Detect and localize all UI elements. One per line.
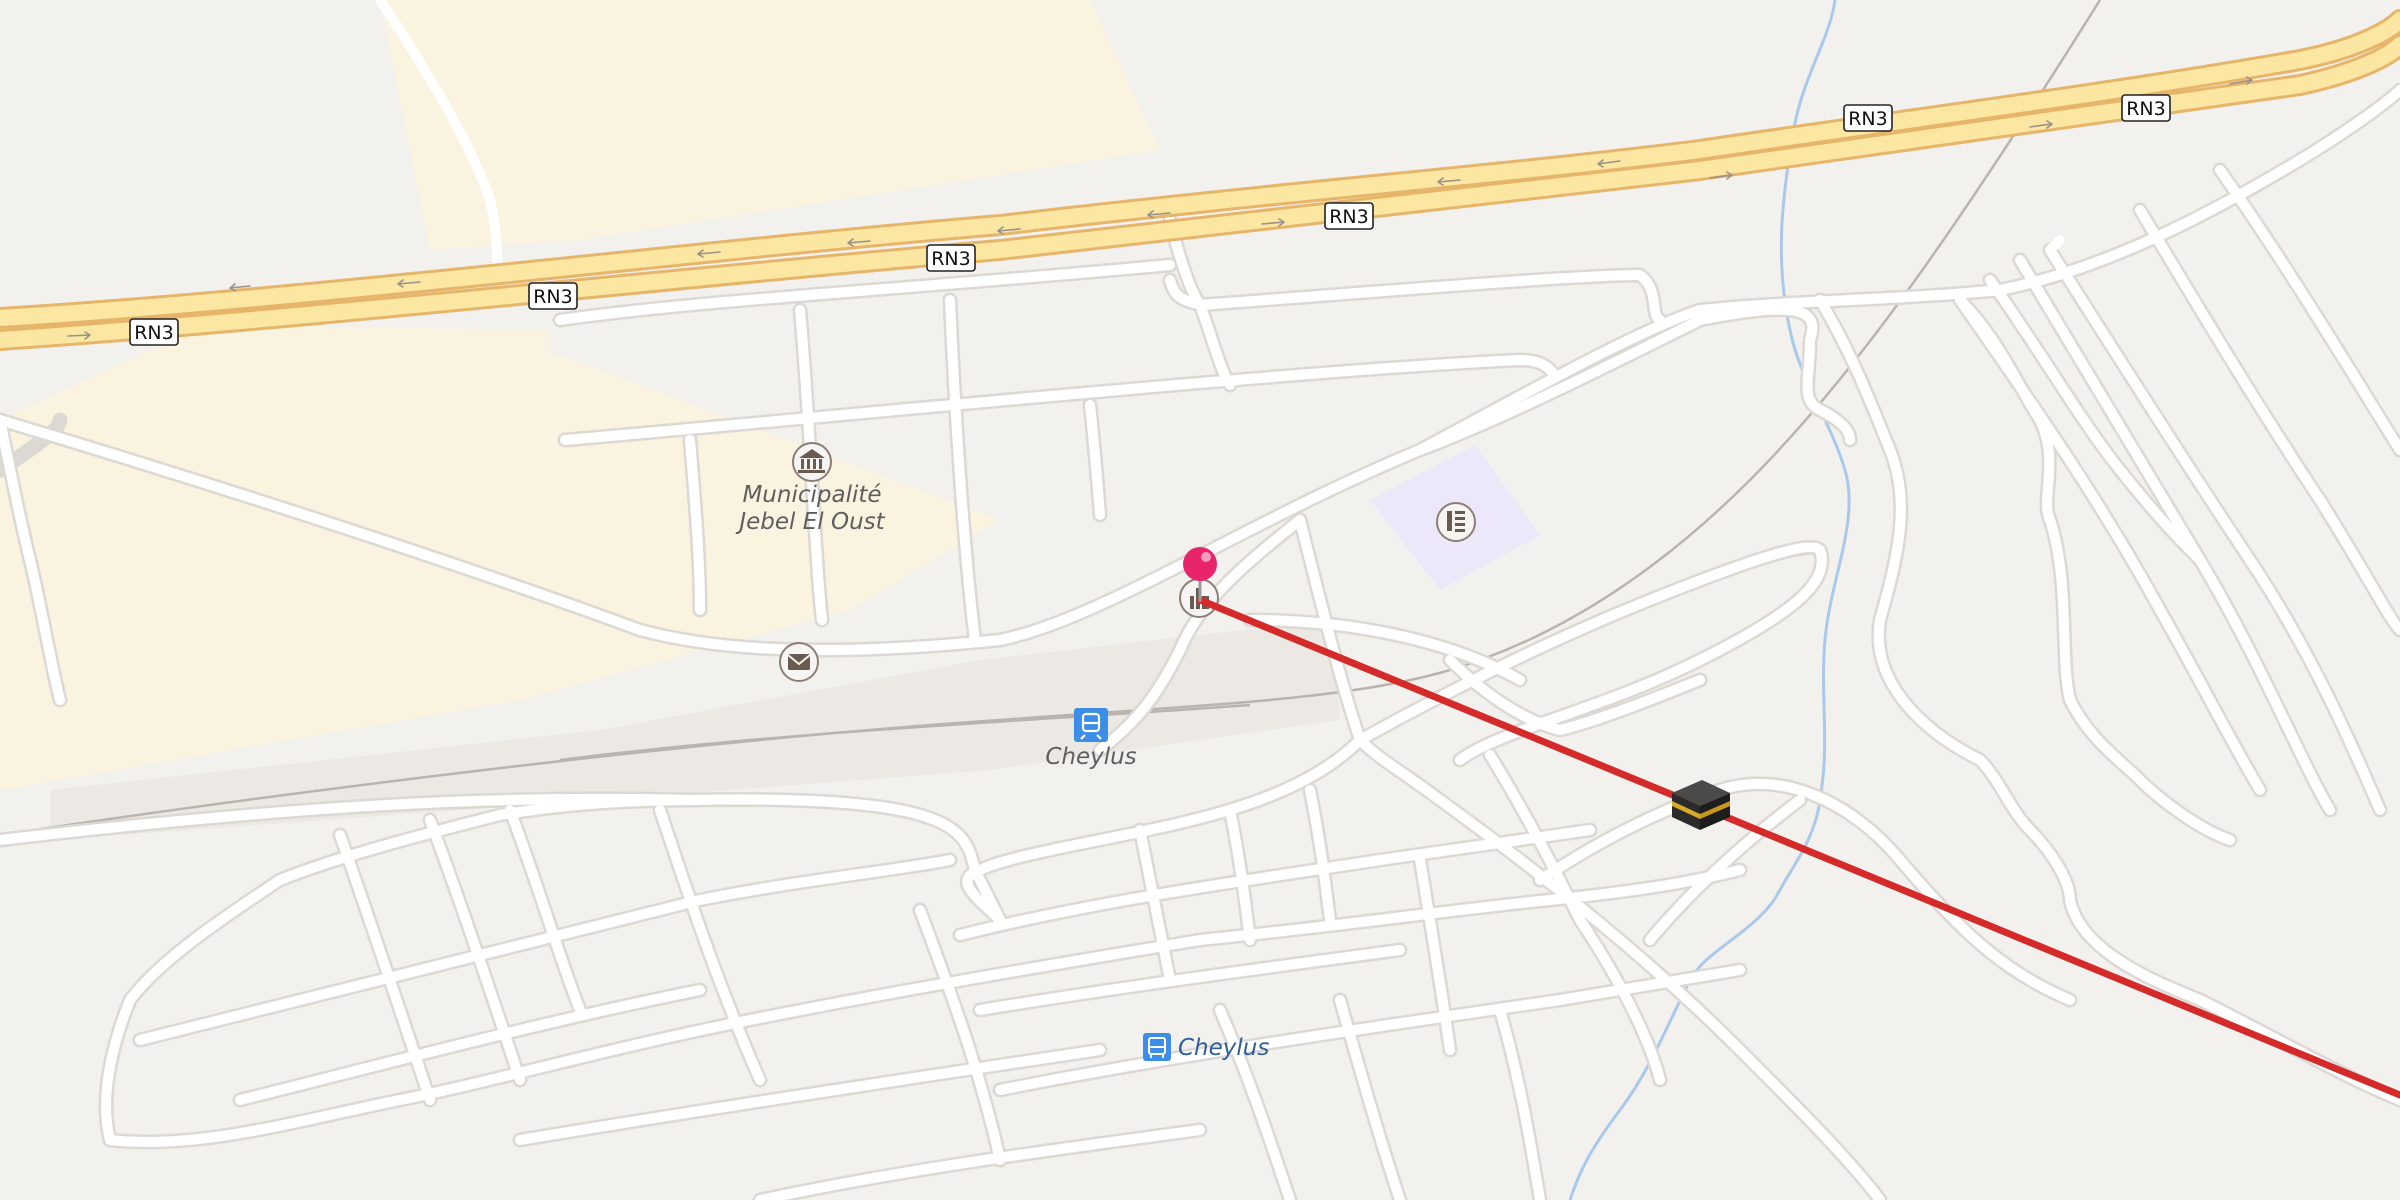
town-hall-icon[interactable] xyxy=(792,442,832,482)
route-shield-label: RN3 xyxy=(533,286,573,308)
route-shield: RN3 xyxy=(129,318,179,346)
train-station-label: Cheylus xyxy=(1045,744,1136,770)
envelope-glyph xyxy=(787,654,811,670)
route-shield: RN3 xyxy=(926,244,976,272)
post-office-poi[interactable] xyxy=(779,642,819,682)
route-shield-label: RN3 xyxy=(134,322,174,344)
route-shield: RN3 xyxy=(1324,202,1374,230)
bus-stop-label: Cheylus xyxy=(1178,1035,1269,1061)
town-hall-poi[interactable] xyxy=(792,442,832,482)
route-shield-label: RN3 xyxy=(931,248,971,270)
school-poi[interactable] xyxy=(1436,502,1476,542)
route-shield-label: RN3 xyxy=(2126,98,2166,120)
pin-highlight xyxy=(1201,552,1211,562)
route-shield: RN3 xyxy=(528,282,578,310)
municipality-label-line2: Jebel El Oust xyxy=(735,509,885,535)
train-station-poi[interactable] xyxy=(1074,708,1108,742)
route-shield-label: RN3 xyxy=(1329,206,1369,228)
route-shield-label: RN3 xyxy=(1848,108,1888,130)
bus-stop-poi[interactable] xyxy=(1143,1033,1171,1061)
location-pin-icon[interactable] xyxy=(1183,547,1217,581)
route-shield: RN3 xyxy=(1843,104,1893,132)
route-shield: RN3 xyxy=(2121,94,2171,122)
map-canvas[interactable]: RN3 RN3 RN3 RN3 RN3 RN3 Municipalité Jeb… xyxy=(0,0,2400,1200)
school-icon[interactable] xyxy=(1436,502,1476,542)
municipality-label-line1: Municipalité xyxy=(742,482,881,508)
